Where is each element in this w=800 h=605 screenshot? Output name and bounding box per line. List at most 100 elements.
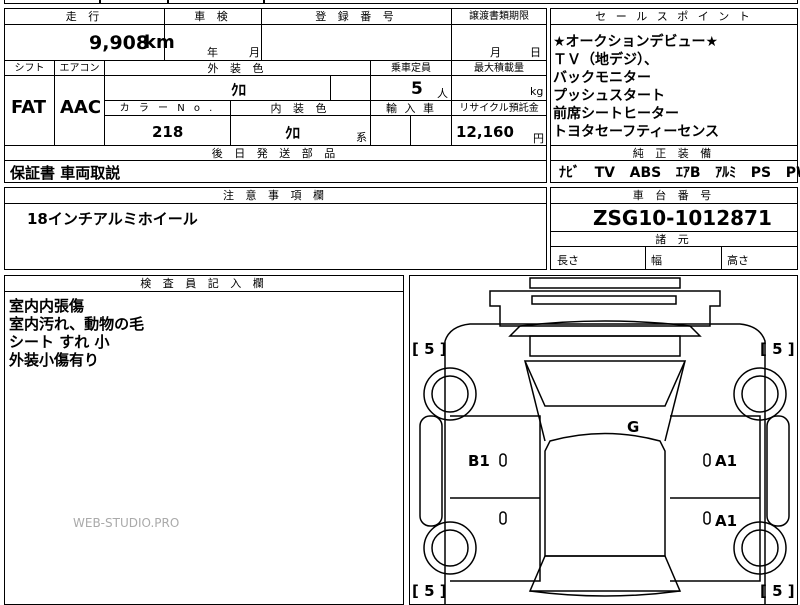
- header-capacity: 乗車定員: [371, 61, 452, 76]
- capacity-unit: 人: [437, 87, 448, 100]
- shift-value: FAT: [11, 97, 47, 118]
- inspection-month: 月: [249, 46, 260, 59]
- capacity-cell: 5 人: [371, 76, 452, 101]
- aircon-cell: AAC: [55, 76, 105, 146]
- header-notes: 注 意 事 項 欄: [5, 188, 546, 204]
- dims-divider: [645, 247, 646, 269]
- color-no-cell: 218: [105, 116, 231, 146]
- windshield: [523, 360, 687, 407]
- header-sales-points: セ ー ル ス ポ イ ン ト: [551, 9, 797, 25]
- equipment-item: ｴｱB: [675, 165, 701, 181]
- inspection-cell: 年 月: [165, 25, 262, 61]
- watermark: WEB-STUDIO.PRO: [73, 516, 180, 530]
- header-exterior-color: 外 装 色: [105, 61, 371, 76]
- chassis-box: 車 台 番 号 ZSG10-1012871 諸 元 長さ 幅 高さ: [550, 187, 798, 270]
- header-equipment: 純 正 装 備: [551, 145, 797, 161]
- header-shift: シフト: [5, 61, 55, 76]
- aircon-value: AAC: [60, 97, 102, 118]
- recycle-unit: 円: [533, 132, 544, 145]
- equipment-item: TV: [594, 165, 616, 181]
- inspector-box: 検 査 員 記 入 欄 室内内張傷 室内汚れ、動物の毛 シート すれ 小 外装小…: [4, 275, 404, 605]
- interior-color-value: ｸﾛ: [285, 124, 301, 142]
- sales-point-line: ＴＶ（地デジ）、: [553, 52, 658, 68]
- header-import: 輸 入 車: [371, 101, 452, 116]
- hood-inner: [529, 335, 681, 357]
- header-inspection: 車 検: [165, 9, 262, 25]
- exterior-color-extra: [331, 76, 371, 101]
- interior-color-cell: ｸﾛ 系: [231, 116, 371, 146]
- dims-height: 高さ: [727, 254, 749, 267]
- later-parts-value: 保証書 車両取説: [10, 164, 121, 182]
- interior-color-suffix: 系: [356, 131, 367, 144]
- top-strip: [264, 0, 798, 4]
- color-no-value: 218: [152, 123, 184, 141]
- inspection-year: 年: [207, 46, 218, 59]
- sales-point-line: トヨタセーフティーセンス: [553, 124, 720, 140]
- car-diagram: [419, 277, 790, 604]
- mileage-value: 9,908: [89, 32, 150, 54]
- top-strip: [168, 0, 264, 4]
- dims-width: 幅: [651, 254, 662, 267]
- tire-mark-bl: [ 5 ]: [412, 582, 447, 600]
- sales-point-line: 前席シートヒーター: [553, 106, 679, 122]
- max-load-cell: kg: [452, 76, 546, 101]
- sales-point-line: ★オークションデビュー★: [553, 34, 719, 50]
- exterior-color-value: ｸﾛ: [231, 81, 247, 99]
- notes-value: 18インチアルミホイール: [27, 210, 198, 228]
- front-plate: [529, 277, 681, 289]
- equipment-item: ﾅﾋﾞ: [559, 165, 580, 181]
- capacity-value: 5: [411, 79, 423, 99]
- header-color-no: カ ラ ー N o .: [105, 101, 231, 116]
- front-grille: [531, 295, 677, 305]
- equipment-item: PW: [785, 165, 800, 181]
- roof: [544, 432, 666, 557]
- import-cell-a: [371, 116, 411, 146]
- chassis-value: ZSG10-1012871: [593, 206, 772, 230]
- sales-point-line: バックモニター: [553, 70, 651, 86]
- dims-divider: [721, 247, 722, 269]
- header-mileage: 走 行: [5, 9, 165, 25]
- mileage-cell: 9,908 km: [5, 25, 175, 61]
- damage-mark-a1: A1: [715, 512, 738, 530]
- transfer-cell: 月 日: [452, 25, 546, 61]
- notes-box: 注 意 事 項 欄 18インチアルミホイール: [4, 187, 547, 270]
- dims-length: 長さ: [557, 254, 579, 267]
- equipment-item: PS: [750, 165, 772, 181]
- registration-cell: [262, 25, 452, 61]
- header-interior-color: 内 装 色: [231, 101, 371, 116]
- tire-mark-tr: [ 5 ]: [760, 340, 795, 358]
- import-cell-b: [411, 116, 452, 146]
- header-chassis: 車 台 番 号: [551, 188, 797, 204]
- sales-point-line: プッシュスタート: [553, 88, 665, 104]
- exterior-color-cell: ｸﾛ: [105, 76, 331, 101]
- max-load-unit: kg: [530, 85, 544, 98]
- top-strip: [100, 0, 168, 4]
- header-transfer-deadline: 譲渡書類期限: [452, 9, 546, 25]
- recycle-cell: 12,160 円: [452, 116, 546, 146]
- header-recycle: リサイクル預託金: [452, 101, 546, 116]
- sales-points-box: セ ー ル ス ポ イ ン ト ★オークションデビュー★ ＴＶ（地デジ）、 バッ…: [550, 8, 800, 183]
- header-later-parts: 後 日 発 送 部 品: [5, 146, 546, 161]
- inspector-line: 外装小傷有り: [9, 351, 100, 369]
- header-registration: 登 録 番 号: [262, 9, 452, 25]
- top-strip: [4, 0, 100, 4]
- transfer-day: 日: [530, 46, 541, 59]
- damage-mark-a1: A1: [715, 452, 738, 470]
- transfer-month: 月: [490, 46, 501, 59]
- vehicle-info-grid: 走 行 車 検 登 録 番 号 譲渡書類期限 9,908 km 年 月 月 日 …: [4, 8, 547, 183]
- header-max-load: 最大積載量: [452, 61, 546, 76]
- equipment-item: ABS: [629, 165, 662, 181]
- shift-cell: FAT: [5, 76, 55, 146]
- equipment-item: ｱﾙﾐ: [715, 165, 737, 181]
- damage-mark-g: G: [627, 418, 640, 436]
- header-dims: 諸 元: [551, 231, 797, 247]
- header-inspector: 検 査 員 記 入 欄: [5, 276, 403, 292]
- header-aircon: エアコン: [55, 61, 105, 76]
- rear-window: [528, 555, 682, 592]
- equipment-list: ﾅﾋﾞ TV ABS ｴｱB ｱﾙﾐ PS PW: [559, 162, 800, 182]
- right-mirror: [766, 415, 790, 527]
- car-diagram-box: [ 5 ] [ 5 ] [ 5 ] [ 5 ] G B1 A1 A1: [409, 275, 798, 605]
- left-mirror: [419, 415, 443, 527]
- tire-mark-br: [ 5 ]: [760, 582, 795, 600]
- tire-mark-tl: [ 5 ]: [412, 340, 447, 358]
